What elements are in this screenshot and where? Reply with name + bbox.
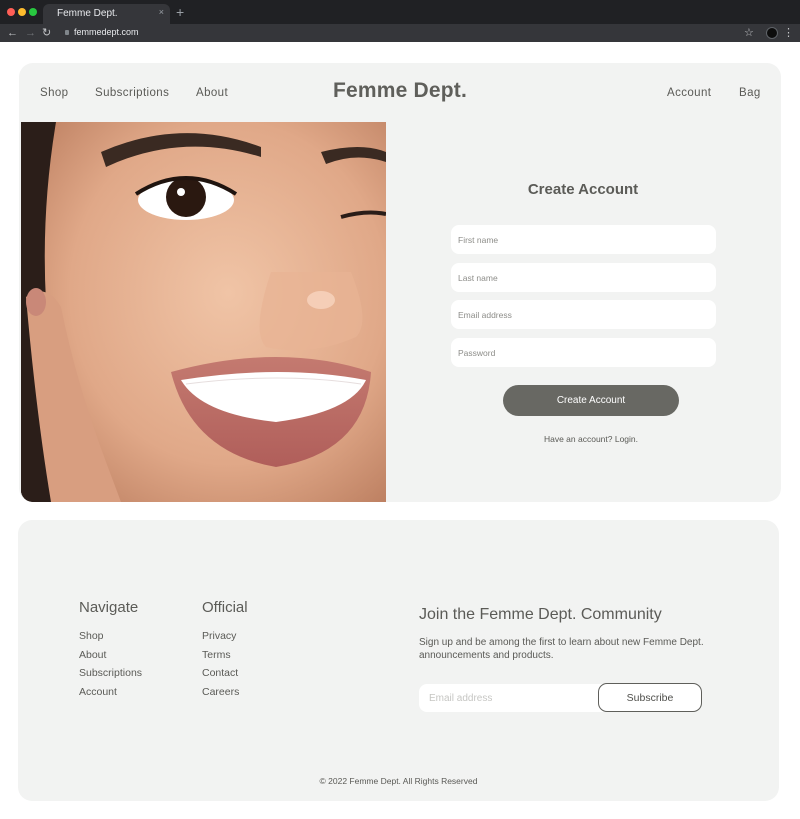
address-bar[interactable]: femmedept.com [74, 27, 139, 37]
footer-link-careers[interactable]: Careers [202, 686, 239, 698]
browser-tab-strip: Femme Dept. × + [0, 0, 800, 24]
create-account-card: Shop Subscriptions About Femme Dept. Acc… [19, 63, 781, 502]
footer-link-contact[interactable]: Contact [202, 667, 238, 679]
nav-bag[interactable]: Bag [739, 87, 761, 99]
forward-arrow-icon[interactable]: → [25, 25, 36, 41]
reload-icon[interactable]: ↻ [42, 25, 51, 41]
browser-menu-icon[interactable]: ⋮ [783, 25, 794, 41]
footer-link-subscriptions[interactable]: Subscriptions [79, 667, 142, 679]
official-heading: Official [202, 599, 248, 616]
copyright-text: © 2022 Femme Dept. All Rights Reserved [319, 776, 478, 786]
first-name-field[interactable] [451, 225, 716, 254]
nav-account[interactable]: Account [667, 87, 711, 99]
tab-close-icon[interactable]: × [159, 7, 164, 17]
back-arrow-icon[interactable]: ← [7, 25, 18, 41]
subscribe-button[interactable]: Subscribe [598, 683, 702, 712]
new-tab-button[interactable]: + [176, 4, 184, 20]
maximize-window-button[interactable] [29, 8, 37, 16]
lock-icon [65, 30, 69, 35]
footer-link-privacy[interactable]: Privacy [202, 630, 236, 642]
bookmark-star-icon[interactable]: ☆ [744, 25, 754, 41]
footer-link-shop[interactable]: Shop [79, 630, 104, 642]
browser-tab[interactable]: Femme Dept. × [43, 4, 170, 24]
password-field[interactable] [451, 338, 716, 367]
login-link[interactable]: Have an account? Login. [459, 434, 723, 444]
newsletter-email-field[interactable] [419, 684, 619, 712]
form-title: Create Account [527, 181, 639, 198]
minimize-window-button[interactable] [18, 8, 26, 16]
close-window-button[interactable] [7, 8, 15, 16]
extension-icon[interactable] [766, 27, 778, 39]
hero-portrait-image [21, 122, 386, 502]
site-footer: Navigate Shop About Subscriptions Accoun… [18, 520, 779, 801]
create-account-button[interactable]: Create Account [503, 385, 679, 416]
footer-link-terms[interactable]: Terms [202, 649, 231, 661]
newsletter-title: Join the Femme Dept. Community [419, 606, 662, 623]
browser-toolbar: ← → ↻ femmedept.com ☆ ⋮ [0, 24, 800, 42]
newsletter-description: Sign up and be among the first to learn … [419, 637, 704, 661]
email-field[interactable] [451, 300, 716, 329]
tab-title: Femme Dept. [57, 8, 118, 19]
last-name-field[interactable] [451, 263, 716, 292]
footer-link-about[interactable]: About [79, 649, 106, 661]
navigate-heading: Navigate [79, 599, 139, 616]
footer-link-account[interactable]: Account [79, 686, 117, 698]
